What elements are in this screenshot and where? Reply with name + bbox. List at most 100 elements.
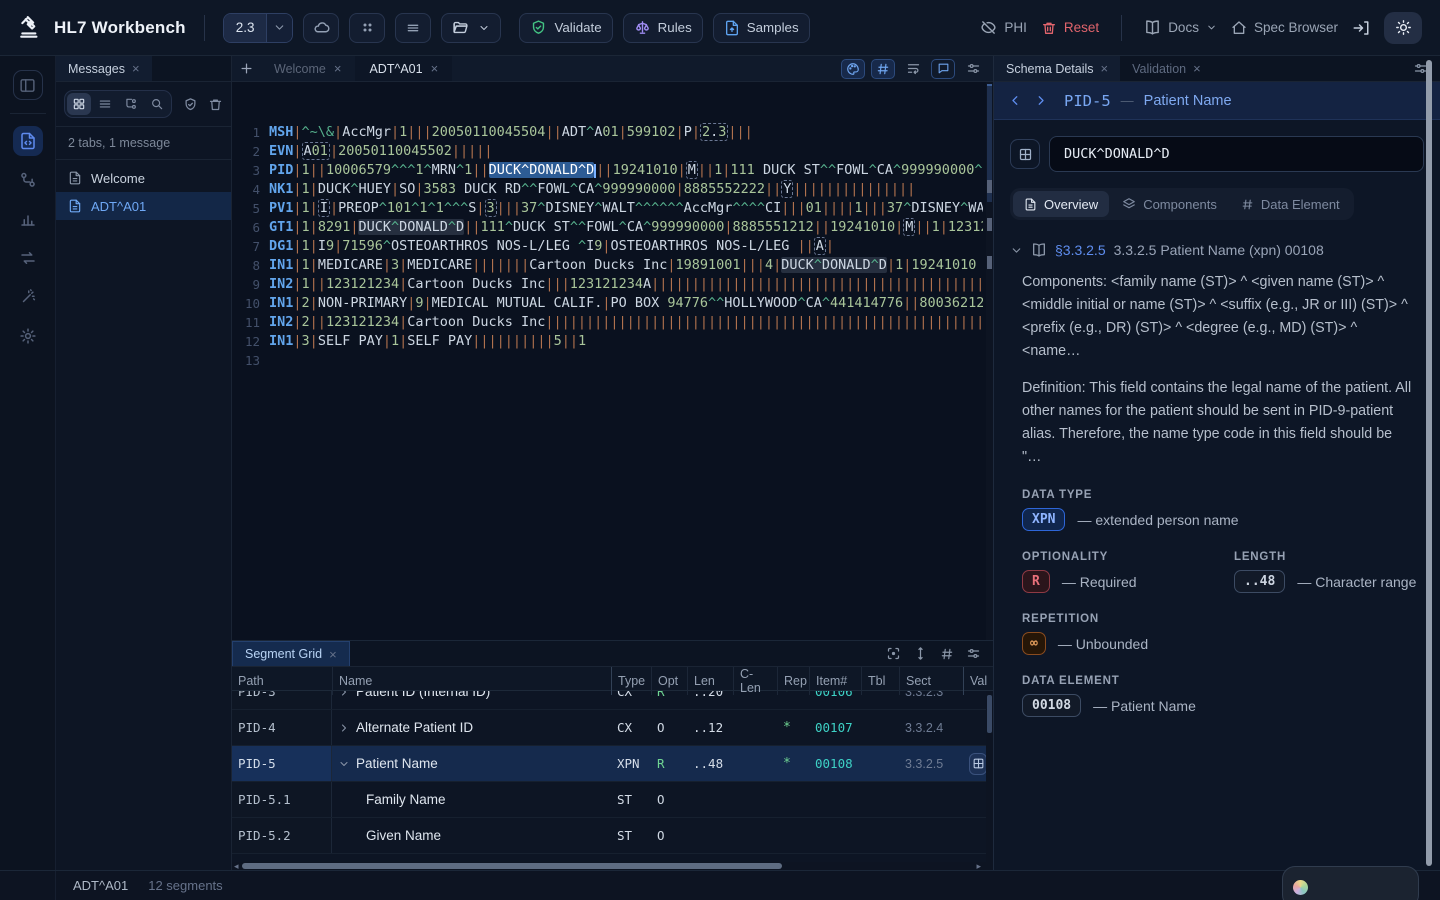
- toggle-sidebar-button[interactable]: [13, 70, 43, 100]
- new-tab-button[interactable]: [232, 56, 260, 81]
- cell-name[interactable]: Patient Name: [332, 746, 611, 781]
- editor-line[interactable]: 11IN2|2||123121234|Cartoon Ducks Inc||||…: [238, 313, 983, 332]
- open-field-grid-button[interactable]: [969, 753, 987, 775]
- grid-row-pid-5.2[interactable]: PID-5.2Given NameSTO: [232, 818, 993, 854]
- spec-section-header[interactable]: §3.3.2.5 3.3.2.5 Patient Name (xpn) 0010…: [1010, 242, 1424, 258]
- close-icon[interactable]: ×: [132, 61, 140, 76]
- annotations-toggle[interactable]: [931, 59, 955, 79]
- grid-row-pid-5[interactable]: PID-5Patient NameXPNR..48*001083.3.2.5: [232, 746, 993, 782]
- line-content[interactable]: NK1|1|DUCK^HUEY|SO|3583 DUCK RD^^FOWL^CA…: [269, 180, 983, 199]
- close-icon[interactable]: ×: [1193, 61, 1201, 76]
- view-list-button[interactable]: [93, 93, 117, 115]
- editor-line[interactable]: 13: [238, 351, 983, 370]
- open-file-button[interactable]: [441, 13, 501, 43]
- grid-row-pid-3[interactable]: PID-3Patient ID (Internal ID)CXR..20*001…: [232, 691, 993, 710]
- line-content[interactable]: IN2|2||123121234|Cartoon Ducks Inc||||||…: [269, 313, 983, 332]
- rail-item-analytics[interactable]: [13, 204, 43, 234]
- line-content[interactable]: PV1|1|I|PREOP^101^1^1^^^S|3|||37^DISNEY^…: [269, 199, 983, 218]
- search-button[interactable]: [145, 93, 169, 115]
- open-in-grid-button[interactable]: [1010, 139, 1040, 169]
- list-item-welcome[interactable]: Welcome: [56, 164, 231, 192]
- close-icon[interactable]: ×: [334, 61, 342, 76]
- reset-button[interactable]: Reset: [1041, 20, 1099, 36]
- rules-button[interactable]: Rules: [623, 13, 703, 43]
- line-content[interactable]: IN2|1||123121234|Cartoon Ducks Inc|||123…: [269, 275, 983, 294]
- editor-line[interactable]: 12IN1|3|SELF PAY|1|SELF PAY||||||||||5||…: [238, 332, 983, 351]
- editor-line[interactable]: 2EVN|A01|20050110045502|||||: [238, 142, 983, 161]
- rail-item-messages[interactable]: [13, 126, 43, 156]
- close-icon[interactable]: ×: [1101, 61, 1109, 76]
- hl7-message-editor[interactable]: 1MSH|^~\&|AccMgr|1|||20050110045504||ADT…: [232, 82, 993, 640]
- editor-line[interactable]: 5PV1|1|I|PREOP^101^1^1^^^S|3|||37^DISNEY…: [238, 199, 983, 218]
- line-content[interactable]: MSH|^~\&|AccMgr|1|||20050110045504||ADT^…: [269, 123, 983, 142]
- theme-toggle[interactable]: [1384, 12, 1422, 44]
- cell-name[interactable]: Given Name: [332, 818, 611, 853]
- rail-item-settings[interactable]: [13, 321, 43, 351]
- samples-button[interactable]: Samples: [713, 13, 810, 43]
- chevron-down-icon[interactable]: [1010, 244, 1023, 257]
- editor-line[interactable]: 7DG1|1|I9|71596^OSTEOARTHROS NOS-L/LEG ^…: [238, 237, 983, 256]
- rail-item-tools[interactable]: [13, 282, 43, 312]
- field-value-input[interactable]: [1049, 136, 1424, 172]
- line-content[interactable]: EVN|A01|20050110045502|||||: [269, 142, 983, 161]
- grid-numbers-toggle[interactable]: [940, 647, 954, 661]
- editor-line[interactable]: 9IN2|1||123121234|Cartoon Ducks Inc|||12…: [238, 275, 983, 294]
- assistant-widget[interactable]: [1282, 866, 1419, 900]
- expand-rows-button[interactable]: [913, 646, 928, 661]
- row-chevron-icon[interactable]: [338, 758, 350, 770]
- docs-menu[interactable]: Docs: [1144, 19, 1217, 36]
- phi-toggle[interactable]: PHI: [980, 19, 1027, 36]
- previous-field-button[interactable]: [1008, 93, 1023, 108]
- next-field-button[interactable]: [1033, 93, 1048, 108]
- grid-settings-button[interactable]: [966, 646, 981, 661]
- syntax-highlight-toggle[interactable]: [841, 59, 865, 79]
- editor-settings-button[interactable]: [961, 59, 985, 79]
- grid-view-button[interactable]: [349, 13, 385, 43]
- line-content[interactable]: GT1|1|8291|DUCK^DONALD^D||111^DUCK ST^^F…: [269, 218, 983, 237]
- editor-line[interactable]: 6GT1|1|8291|DUCK^DONALD^D||111^DUCK ST^^…: [238, 218, 983, 237]
- line-content[interactable]: PID|1||10006579^^^1^MRN^1||DUCK^DONALD^D…: [269, 161, 983, 180]
- line-content[interactable]: DG1|1|I9|71596^OSTEOARTHROS NOS-L/LEG ^I…: [269, 237, 983, 256]
- delete-message-button[interactable]: [208, 97, 223, 112]
- tab-schema-details[interactable]: Schema Details ×: [994, 56, 1120, 81]
- tab-validation[interactable]: Validation ×: [1120, 56, 1213, 81]
- row-chevron-icon[interactable]: [338, 722, 350, 734]
- cell-name[interactable]: Patient ID (Internal ID): [332, 691, 611, 709]
- line-content[interactable]: IN1|3|SELF PAY|1|SELF PAY||||||||||5||1: [269, 332, 983, 351]
- rail-item-transform[interactable]: [13, 243, 43, 273]
- editor-tab-welcome[interactable]: Welcome ×: [260, 56, 355, 81]
- editor-line[interactable]: 3PID|1||10006579^^^1^MRN^1||DUCK^DONALD^…: [238, 161, 983, 180]
- cell-name[interactable]: Alternate Patient ID: [332, 710, 611, 745]
- editor-overview-ruler[interactable]: [986, 82, 993, 640]
- line-content[interactable]: IN1|2|NON-PRIMARY|9|MEDICAL MUTUAL CALIF…: [269, 294, 983, 313]
- sign-in-button[interactable]: [1352, 19, 1370, 37]
- editor-line[interactable]: 10IN1|2|NON-PRIMARY|9|MEDICAL MUTUAL CAL…: [238, 294, 983, 313]
- view-grid-button[interactable]: [67, 93, 91, 115]
- editor-line[interactable]: 4NK1|1|DUCK^HUEY|SO|3583 DUCK RD^^FOWL^C…: [238, 180, 983, 199]
- hl7-version-select[interactable]: 2.3: [223, 13, 294, 43]
- line-numbers-toggle[interactable]: [871, 59, 895, 79]
- line-content[interactable]: IN1|1|MEDICARE|3|MEDICARE|||||||Cartoon …: [269, 256, 983, 275]
- chevron-down-icon[interactable]: [266, 14, 292, 42]
- cell-name[interactable]: Family Name: [332, 782, 611, 817]
- list-view-button[interactable]: [395, 13, 431, 43]
- grid-hscroll-thumb[interactable]: [242, 863, 782, 869]
- tab-messages[interactable]: Messages ×: [56, 56, 152, 81]
- tab-segment-grid[interactable]: Segment Grid ×: [232, 641, 350, 666]
- spec-section-link[interactable]: §3.3.2.5: [1055, 242, 1106, 258]
- grid-vertical-scrollbar[interactable]: [986, 691, 993, 862]
- close-icon[interactable]: ×: [431, 61, 439, 76]
- tab-components[interactable]: Components: [1111, 191, 1228, 217]
- focus-selection-button[interactable]: [886, 646, 901, 661]
- word-wrap-toggle[interactable]: [901, 59, 925, 79]
- line-content[interactable]: [269, 351, 983, 370]
- editor-line[interactable]: 1MSH|^~\&|AccMgr|1|||20050110045504||ADT…: [238, 123, 983, 142]
- view-tree-button[interactable]: [119, 93, 143, 115]
- tab-overview[interactable]: Overview: [1013, 191, 1109, 217]
- rail-item-workflow[interactable]: [13, 165, 43, 195]
- grid-row-pid-5.1[interactable]: PID-5.1Family NameSTO: [232, 782, 993, 818]
- validate-button[interactable]: Validate: [519, 13, 612, 43]
- editor-tab-adt-a01[interactable]: ADT^A01 ×: [355, 56, 452, 81]
- grid-horizontal-scrollbar[interactable]: ◂ ▸: [232, 862, 993, 870]
- editor-line[interactable]: 8IN1|1|MEDICARE|3|MEDICARE|||||||Cartoon…: [238, 256, 983, 275]
